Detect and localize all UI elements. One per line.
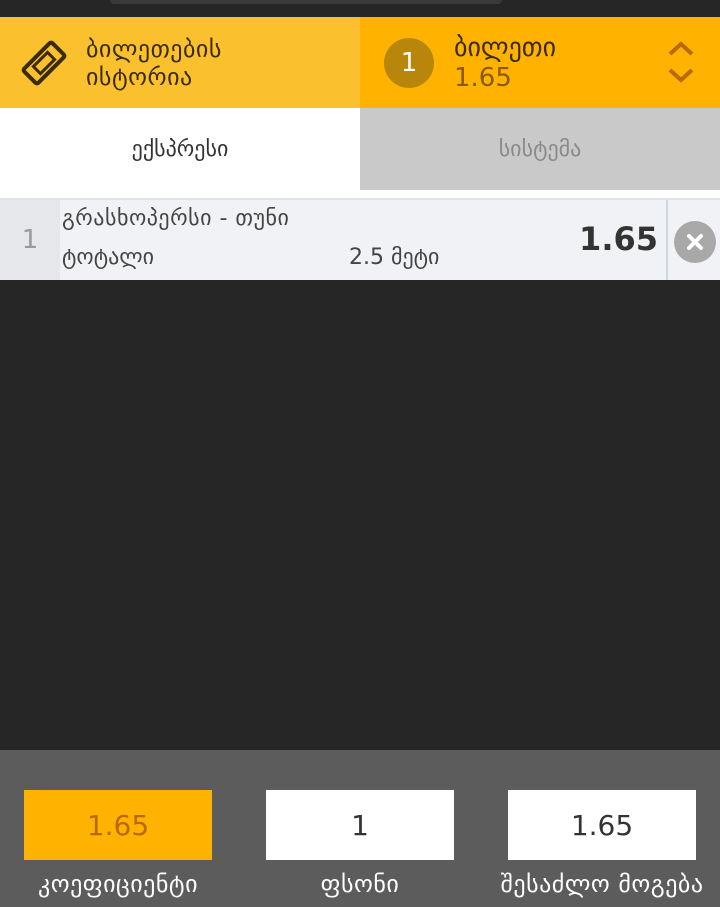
divider — [0, 190, 720, 198]
remove-bet-button[interactable] — [674, 221, 716, 263]
ticket-history-label: ბილეთების ისტორია — [86, 34, 222, 91]
betslip-summary: ბილეთი 1.65 — [454, 33, 556, 93]
possible-win-label: შესაძლო მოგება — [500, 870, 704, 898]
betslip-toggle[interactable]: 1 ბილეთი 1.65 — [360, 17, 720, 108]
bet-row: 1 გრასხოპერსი - თუნი ტოტალი 2.5 მეტი 1.6… — [0, 198, 720, 280]
possible-win-value: 1.65 — [508, 790, 696, 860]
ticket-history-button[interactable]: ბილეთების ისტორია — [0, 17, 360, 108]
ticket-icon — [21, 40, 67, 85]
divider — [666, 200, 668, 280]
tab-express[interactable]: ექსპრესი — [0, 108, 360, 190]
betslip-header: ბილეთების ისტორია 1 ბილეთი 1.65 — [0, 17, 720, 108]
coefficient-value: 1.65 — [24, 790, 212, 860]
chevron-up-down-icon[interactable] — [666, 39, 696, 85]
coefficient-label: კოეფიციენტი — [37, 870, 198, 898]
bet-market: ტოტალი — [62, 245, 155, 270]
bet-match: გრასხოპერსი - თუნი — [62, 206, 290, 231]
bet-type-tabs: ექსპრესი სისტემა — [0, 108, 720, 190]
close-icon — [687, 234, 703, 250]
sheet-drag-handle[interactable] — [110, 0, 502, 4]
bet-selection: 2.5 მეტი — [349, 245, 440, 270]
stake-label: ფსონი — [320, 870, 400, 898]
bet-index: 1 — [0, 200, 60, 280]
betslip-footer: 1.65 1.65 კოეფიციენტი ფსონი შესაძლო მოგე… — [0, 750, 720, 907]
bet-odds: 1.65 — [579, 220, 658, 258]
stake-input[interactable] — [266, 790, 454, 860]
betslip-title: ბილეთი — [454, 32, 557, 63]
betslip-total-odds: 1.65 — [454, 62, 512, 93]
bet-count-badge: 1 — [384, 37, 434, 88]
tab-system[interactable]: სისტემა — [360, 108, 720, 190]
